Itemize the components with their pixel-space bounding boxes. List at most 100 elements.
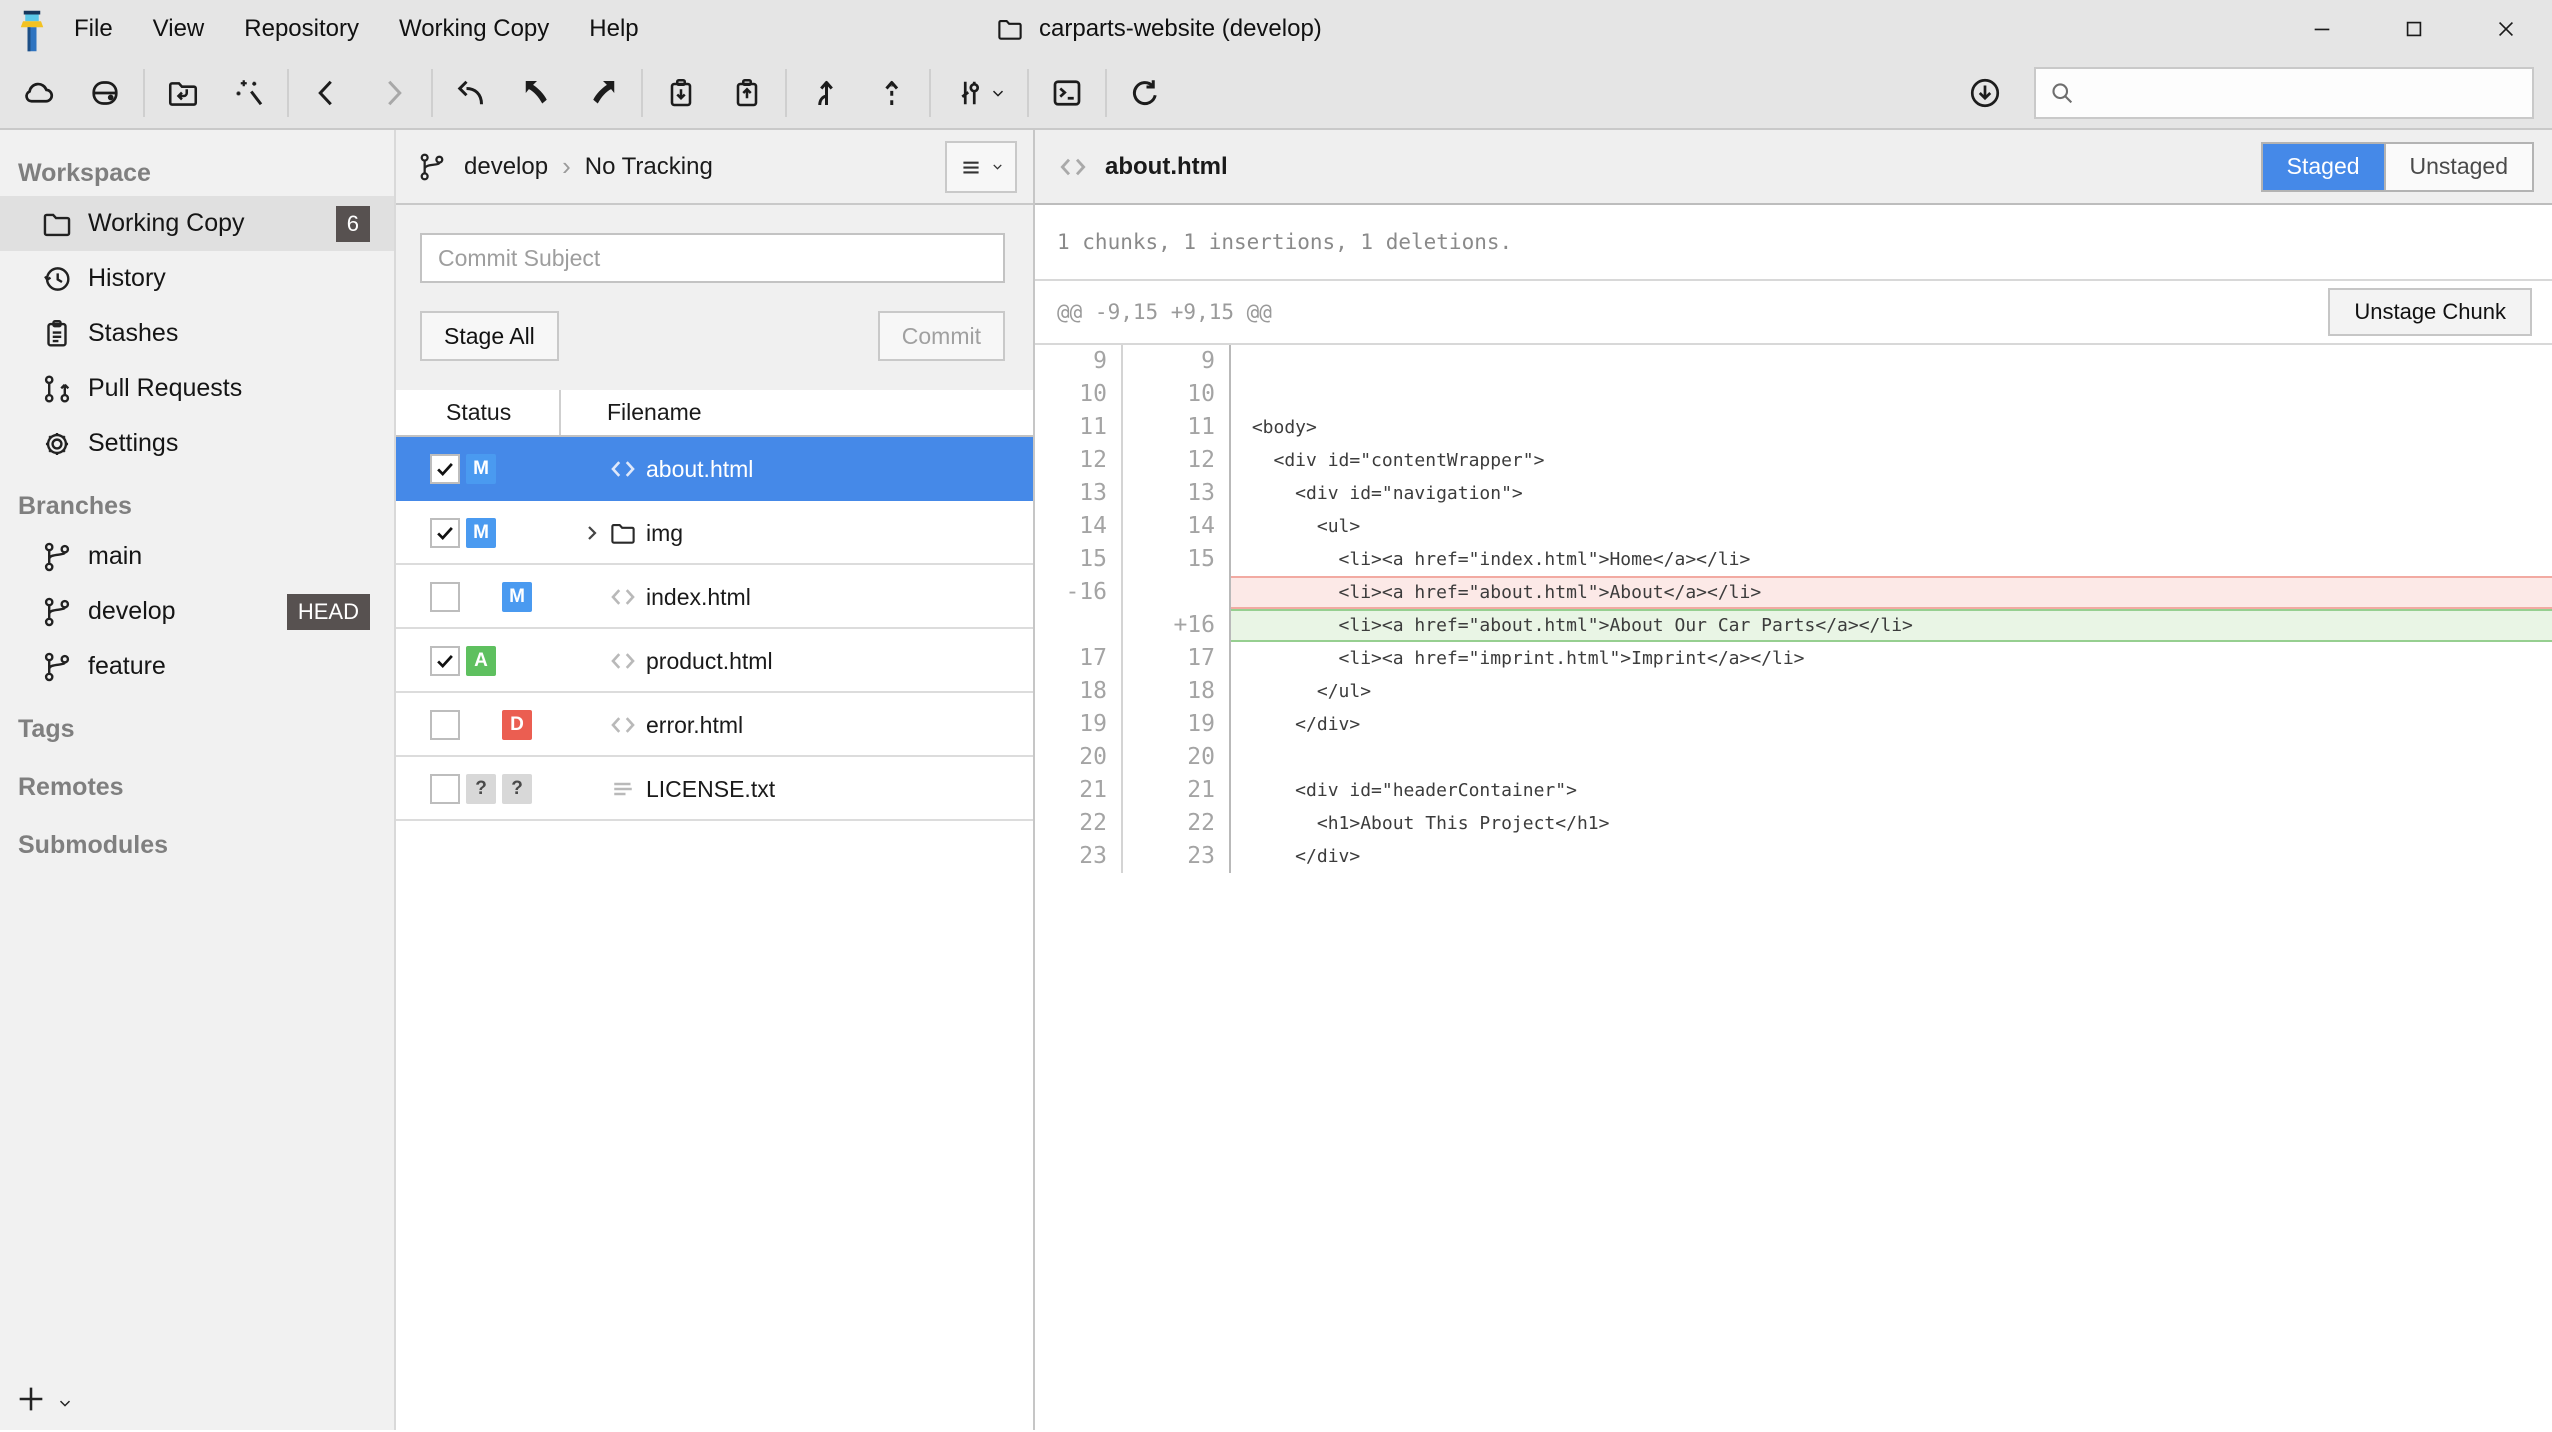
stage-checkbox-unchecked[interactable] [430,774,460,804]
stage-checkbox-checked[interactable] [430,518,460,548]
diff-line[interactable]: 1212 <div id="contentWrapper"> [1035,444,2552,477]
file-name: about.html [646,437,753,501]
sidebar-item-main[interactable]: main [0,529,394,584]
table-row-license-txt[interactable]: ??LICENSE.txt [396,757,1033,821]
merge-arrow-icon[interactable] [792,63,858,123]
new-line-number: 14 [1123,510,1231,543]
terminal-icon[interactable] [1034,63,1100,123]
menu-file[interactable]: File [74,15,113,43]
download-circle-icon[interactable] [1952,63,2018,123]
file-name: LICENSE.txt [646,757,775,821]
close-button[interactable] [2460,0,2552,57]
expander-chevron-icon[interactable] [580,521,604,545]
menu-help[interactable]: Help [589,15,638,43]
diff-line[interactable]: 1313 <div id="navigation"> [1035,477,2552,510]
quick-launch-wand-icon[interactable] [216,63,282,123]
old-line-number: 22 [1035,807,1123,840]
commit-button[interactable]: Commit [878,311,1005,361]
menu-repository[interactable]: Repository [244,15,359,43]
diff-header: about.html Staged Unstaged [1035,130,2552,205]
diff-line[interactable]: 1111 <body> [1035,411,2552,444]
tab-unstaged[interactable]: Unstaged [2384,144,2532,190]
table-row-index-html[interactable]: Mindex.html [396,565,1033,629]
diff-line[interactable]: 1717 <li><a href="imprint.html">Imprint<… [1035,642,2552,675]
new-line-number: 17 [1123,642,1231,675]
sidebar-item-stashes[interactable]: Stashes [0,306,394,361]
diff-file-name: about.html [1105,153,1228,181]
maximize-button[interactable] [2368,0,2460,57]
stage-checkbox-checked[interactable] [430,454,460,484]
back-icon[interactable] [294,63,360,123]
old-line-number: 12 [1035,444,1123,477]
stage-checkbox-checked[interactable] [430,646,460,676]
folder-icon [40,207,74,241]
section-header-branches[interactable]: Branches [0,483,394,529]
printer-icon[interactable] [72,63,138,123]
menu-working-copy[interactable]: Working Copy [399,15,549,43]
search-box[interactable] [2034,67,2534,119]
sidebar-item-settings[interactable]: Settings [0,416,394,471]
commit-subject-input[interactable] [420,233,1005,283]
section-header-remotes[interactable]: Remotes [0,764,394,810]
sidebar-item-feature[interactable]: feature [0,639,394,694]
app-icon [14,8,50,54]
diff-line[interactable]: 1818 </ul> [1035,675,2552,708]
sidebar-item-working-copy[interactable]: Working Copy6 [0,196,394,251]
stage-checkbox-unchecked[interactable] [430,582,460,612]
forward-icon[interactable] [360,63,426,123]
refresh-icon[interactable] [1112,63,1178,123]
table-row-product-html[interactable]: Aproduct.html [396,629,1033,693]
tab-staged[interactable]: Staged [2263,144,2384,190]
tracking-status[interactable]: No Tracking [585,153,713,181]
sidebar-item-label: Pull Requests [88,374,242,403]
diff-line[interactable]: 2121 <div id="headerContainer"> [1035,774,2552,807]
sidebar-item-pull-requests[interactable]: Pull Requests [0,361,394,416]
toolbar-separator [287,69,289,117]
gear-icon [40,427,74,461]
diff-line[interactable]: 1515 <li><a href="index.html">Home</a></… [1035,543,2552,576]
section-header-tags[interactable]: Tags [0,706,394,752]
old-line-number: 15 [1035,543,1123,576]
pull-arrow-icon[interactable] [504,63,570,123]
section-header-submodules[interactable]: Submodules [0,822,394,868]
unstage-chunk-button[interactable]: Unstage Chunk [2328,288,2532,336]
pop-stash-icon[interactable] [714,63,780,123]
open-repo-folder-icon[interactable] [150,63,216,123]
sidebar-item-label: main [88,542,142,571]
section-header-workspace[interactable]: Workspace [0,150,394,196]
diff-line[interactable]: 1010 [1035,378,2552,411]
table-row-error-html[interactable]: Derror.html [396,693,1033,757]
table-row-img[interactable]: Mimg [396,501,1033,565]
diff-line[interactable]: 2222 <h1>About This Project</h1> [1035,807,2552,840]
stash-icon[interactable] [648,63,714,123]
current-branch[interactable]: develop [464,153,548,181]
diff-line-deleted[interactable]: -16 <li><a href="about.html">About</a></… [1035,576,2552,609]
sidebar-item-history[interactable]: History [0,251,394,306]
diff-line[interactable]: 1414 <ul> [1035,510,2552,543]
pull-request-icon [40,372,74,406]
add-repository-button[interactable] [14,1382,74,1416]
column-header-filename[interactable]: Filename [561,390,702,435]
diff-line[interactable]: 2323 </div> [1035,840,2552,873]
diff-line[interactable]: 1919 </div> [1035,708,2552,741]
push-arrow-icon[interactable] [570,63,636,123]
branch-icon [40,650,74,684]
stage-all-button[interactable]: Stage All [420,311,559,361]
table-row-about-html[interactable]: Mabout.html [396,437,1033,501]
column-header-status[interactable]: Status [396,390,561,435]
diff-line-added[interactable]: +16 <li><a href="about.html">About Our C… [1035,609,2552,642]
minimize-button[interactable] [2276,0,2368,57]
diff-line[interactable]: 2020 [1035,741,2552,774]
sidebar-item-label: develop [88,597,176,626]
branch-options-button[interactable] [945,141,1017,193]
stage-checkbox-unchecked[interactable] [430,710,460,740]
code-text: <h1>About This Project</h1> [1231,807,2552,840]
cloud-icon[interactable] [6,63,72,123]
fetch-arrow-icon[interactable] [438,63,504,123]
diff-line[interactable]: 99 [1035,345,2552,378]
sidebar-item-develop[interactable]: developHEAD [0,584,394,639]
rebase-dashed-arrow-icon[interactable] [858,63,924,123]
compare-branches-icon[interactable] [936,63,1022,123]
search-input[interactable] [2086,79,2520,106]
menu-view[interactable]: View [153,15,205,43]
